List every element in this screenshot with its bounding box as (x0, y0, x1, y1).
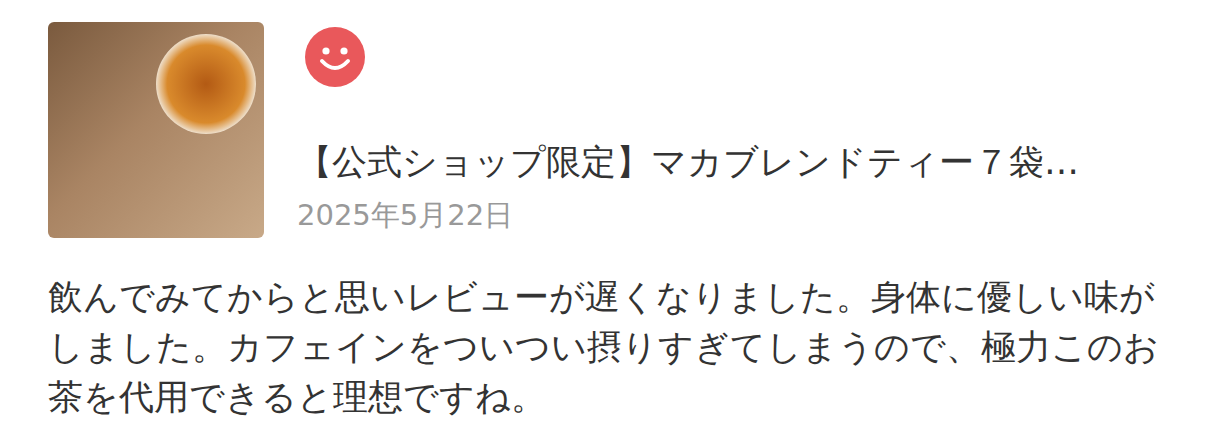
tea-cup-image (156, 34, 256, 134)
review-body: 飲んでみてからと思いレビューが遅くなりました。身体に優しい味がしました。カフェイ… (48, 272, 1166, 422)
product-thumbnail[interactable] (48, 22, 264, 238)
review-card: 【公式ショップ限定】マカブレンドティー７袋… 2025年5月22日飲んでみてからと… (0, 0, 1206, 442)
review-meta: 【公式ショップ限定】マカブレンドティー７袋… 2025年5月22日 (297, 22, 1166, 238)
review-header: 【公式ショップ限定】マカブレンドティー７袋… 2025年5月22日 (48, 22, 1166, 238)
product-title[interactable]: 【公式ショップ限定】マカブレンドティー７袋… (297, 139, 1166, 185)
review-date: 2025年5月22日 (297, 195, 1166, 235)
smiley-avatar-icon (305, 27, 365, 87)
